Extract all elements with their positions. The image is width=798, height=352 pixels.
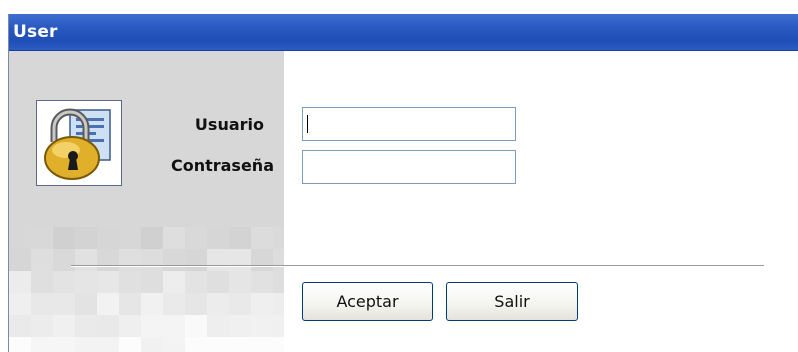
mosaic-tile	[273, 249, 284, 271]
decorative-side-panel	[9, 51, 284, 352]
login-dialog: User Usuario Contraseña Aceptar Salir	[8, 14, 798, 352]
mosaic-tile	[273, 227, 284, 249]
mosaic-tile	[9, 315, 31, 337]
mosaic-tile	[9, 227, 31, 249]
mosaic-tile	[97, 249, 119, 271]
mosaic-tile	[185, 271, 207, 293]
mosaic-tile	[75, 315, 97, 337]
mosaic-tile	[75, 337, 97, 352]
username-input[interactable]	[302, 107, 516, 141]
mosaic-tile	[97, 337, 119, 352]
mosaic-tile	[163, 293, 185, 315]
mosaic-tile	[119, 249, 141, 271]
mosaic-tile	[229, 271, 251, 293]
padlock-graphic	[44, 108, 111, 180]
mosaic-tile	[141, 315, 163, 337]
mosaic-tile	[229, 315, 251, 337]
mosaic-tile	[53, 337, 75, 352]
mosaic-tile	[75, 271, 97, 293]
title-bar[interactable]: User	[9, 14, 798, 51]
mosaic-tile	[141, 249, 163, 271]
password-input[interactable]	[302, 150, 516, 184]
mosaic-tile	[75, 227, 97, 249]
mosaic-tile	[97, 271, 119, 293]
mosaic-tile	[119, 315, 141, 337]
mosaic-tile	[53, 227, 75, 249]
mosaic-tile	[207, 271, 229, 293]
mosaic-tile	[53, 271, 75, 293]
mosaic-tile	[185, 337, 207, 352]
window-title: User	[13, 22, 58, 42]
mosaic-tile	[75, 249, 97, 271]
accept-button[interactable]: Aceptar	[302, 282, 433, 321]
mosaic-tile	[53, 293, 75, 315]
mosaic-tile	[229, 293, 251, 315]
mosaic-tile	[251, 271, 273, 293]
mosaic-tile	[119, 293, 141, 315]
mosaic-tile	[185, 227, 207, 249]
mosaic-tile	[185, 293, 207, 315]
mosaic-tile	[119, 271, 141, 293]
mosaic-tile	[119, 227, 141, 249]
mosaic-tile	[75, 293, 97, 315]
mosaic-tile	[251, 249, 273, 271]
padlock-icon	[36, 100, 122, 186]
mosaic-tile	[53, 315, 75, 337]
mosaic-tile	[251, 293, 273, 315]
password-label: Contraseña	[170, 156, 274, 175]
mosaic-tile	[163, 337, 185, 352]
mosaic-tile	[163, 227, 185, 249]
mosaic-tile	[119, 337, 141, 352]
mosaic-tile	[141, 227, 163, 249]
mosaic-tile	[251, 337, 273, 352]
mosaic-tile	[163, 249, 185, 271]
text-caret	[307, 115, 308, 133]
mosaic-tile	[97, 293, 119, 315]
mosaic-tile	[31, 271, 53, 293]
mosaic-tile	[31, 293, 53, 315]
mosaic-tile	[229, 249, 251, 271]
mosaic-tile	[185, 249, 207, 271]
mosaic-tile	[97, 315, 119, 337]
mosaic-tile	[273, 337, 284, 352]
mosaic-tile	[9, 337, 31, 352]
mosaic-tile	[141, 271, 163, 293]
mosaic-tile	[273, 315, 284, 337]
username-label: Usuario	[194, 115, 264, 134]
mosaic-tile	[97, 227, 119, 249]
mosaic-tile	[163, 271, 185, 293]
mosaic-tile	[31, 227, 53, 249]
mosaic-tile	[229, 227, 251, 249]
mosaic-tile	[207, 249, 229, 271]
mosaic-tile	[207, 337, 229, 352]
mosaic-tile	[185, 315, 207, 337]
mosaic-tile	[31, 337, 53, 352]
mosaic-tile	[273, 293, 284, 315]
mosaic-tile	[141, 337, 163, 352]
exit-button[interactable]: Salir	[446, 282, 578, 321]
mosaic-tile	[53, 249, 75, 271]
mosaic-tile	[251, 315, 273, 337]
mosaic-tile	[141, 293, 163, 315]
mosaic-tile	[251, 227, 273, 249]
mosaic-tile	[163, 315, 185, 337]
separator-line	[71, 265, 764, 267]
mosaic-tile	[9, 271, 31, 293]
mosaic-tile	[9, 293, 31, 315]
mosaic-tile	[9, 249, 31, 271]
mosaic-tile	[207, 293, 229, 315]
mosaic-tile	[207, 315, 229, 337]
mosaic-tile	[31, 249, 53, 271]
mosaic-tile	[207, 227, 229, 249]
mosaic-tile	[273, 271, 284, 293]
mosaic-tile	[31, 315, 53, 337]
mosaic-tile	[229, 337, 251, 352]
